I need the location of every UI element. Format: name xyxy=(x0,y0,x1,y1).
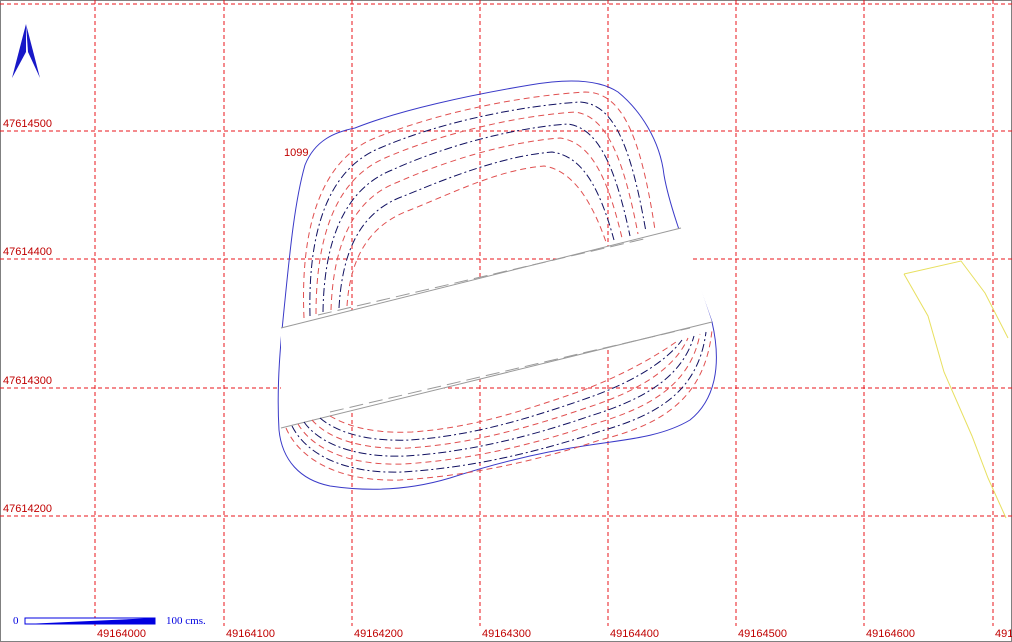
x-tick-label: 49164000 xyxy=(97,628,146,640)
x-tick-label: 49164200 xyxy=(354,628,403,640)
x-tick-label: 49164400 xyxy=(610,628,659,640)
x-tick-label: 49164300 xyxy=(482,628,531,640)
x-tick-label: 491 xyxy=(995,628,1012,640)
scale-max-label: 100 cms. xyxy=(166,615,206,627)
x-tick-label: 49164500 xyxy=(738,628,787,640)
y-tick-label: 47614400 xyxy=(3,246,52,258)
y-tick-label: 47614200 xyxy=(3,503,52,515)
y-tick-label: 47614300 xyxy=(3,375,52,387)
x-tick-label: 49164600 xyxy=(866,628,915,640)
y-tick-label: 47614500 xyxy=(3,118,52,130)
map-canvas[interactable]: 1099 47614500 47614400 47614300 47614200… xyxy=(0,0,1012,642)
x-tick-label: 49164100 xyxy=(226,628,275,640)
scale-min-label: 0 xyxy=(13,615,19,627)
feature-label: 1099 xyxy=(284,147,308,159)
